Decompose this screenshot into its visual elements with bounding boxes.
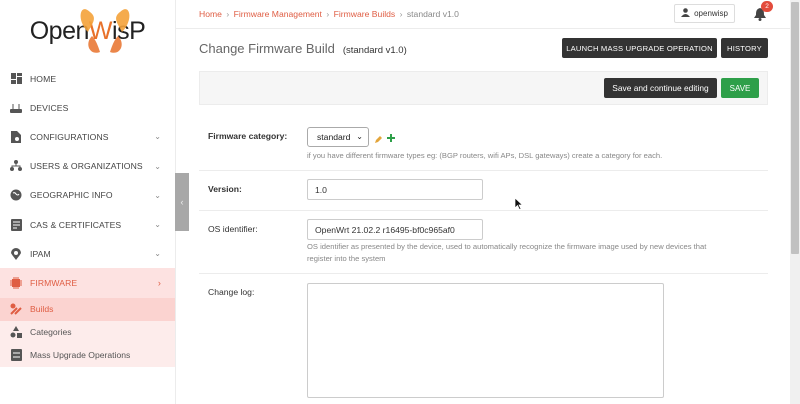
- page-title: Change Firmware Build (standard v1.0): [199, 41, 407, 56]
- os-identifier-label: OS identifier:: [208, 224, 258, 234]
- firmware-subnav: Builds Categories Mass Upgrade Operation…: [0, 297, 175, 367]
- sidebar-nav: HOME DEVICES CONFIGURATIONS ⌄ USERS & OR…: [0, 64, 175, 298]
- sidebar-item-home[interactable]: HOME: [0, 64, 175, 93]
- version-input[interactable]: 1.0: [307, 179, 483, 200]
- divider: [199, 273, 768, 274]
- sidebar-item-label: CAS & CERTIFICATES: [30, 219, 122, 230]
- breadcrumb-separator: ›: [226, 9, 230, 19]
- chevron-right-icon: ›: [157, 277, 161, 288]
- sidebar-item-label: FIRMWARE: [30, 277, 78, 288]
- os-identifier-help-line-2: register into the system: [307, 254, 386, 263]
- shapes-icon: [10, 326, 22, 338]
- user-menu-button[interactable]: openwisp: [674, 4, 735, 23]
- chevron-down-icon: ⌄: [154, 132, 161, 142]
- certificate-icon: [10, 218, 22, 231]
- scrollbar-thumb[interactable]: [791, 2, 799, 254]
- sidebar-item-firmware[interactable]: FIRMWARE ›: [0, 268, 175, 298]
- edit-pencil-icon[interactable]: [374, 131, 383, 149]
- sidebar-subitem-mass-upgrade[interactable]: Mass Upgrade Operations: [0, 344, 175, 367]
- sidebar-item-ipam[interactable]: IPAM ⌄: [0, 239, 175, 268]
- breadcrumb: Home › Firmware Management › Firmware Bu…: [199, 9, 459, 19]
- sidebar-item-label: IPAM: [30, 248, 51, 259]
- user-icon: [681, 8, 691, 19]
- sidebar-item-label: USERS & ORGANIZATIONS: [30, 161, 143, 172]
- logo-wing-icon: [80, 9, 130, 53]
- sidebar-subitem-builds[interactable]: Builds: [0, 297, 175, 321]
- page-subtitle: (standard v1.0): [342, 45, 407, 56]
- chip-icon: [10, 276, 22, 289]
- sidebar-subitem-label: Categories: [30, 327, 72, 337]
- chevron-down-icon: ⌄: [154, 161, 161, 171]
- add-plus-icon[interactable]: [386, 130, 396, 148]
- chevron-down-icon: ⌄: [154, 190, 161, 200]
- breadcrumb-separator: ›: [399, 9, 403, 19]
- sidebar-item-geographic-info[interactable]: GEOGRAPHIC INFO ⌄: [0, 181, 175, 210]
- breadcrumb-firmware-builds[interactable]: Firmware Builds: [334, 9, 396, 19]
- sidebar-subitem-categories[interactable]: Categories: [0, 321, 175, 344]
- org-icon: [10, 160, 22, 172]
- sidebar: OpenWisP HOME DEVICES CONFIGURATIONS ⌄ U…: [0, 0, 176, 404]
- launch-mass-upgrade-button[interactable]: LAUNCH MASS UPGRADE OPERATION: [562, 38, 717, 58]
- divider: [199, 170, 768, 171]
- sidebar-item-devices[interactable]: DEVICES: [0, 93, 175, 122]
- changelog-label: Change log:: [208, 287, 255, 297]
- save-and-continue-button[interactable]: Save and continue editing: [604, 78, 717, 98]
- sidebar-subitem-label: Mass Upgrade Operations: [30, 350, 131, 360]
- sidebar-item-cas-certificates[interactable]: CAS & CERTIFICATES ⌄: [0, 210, 175, 239]
- file-gear-icon: [10, 130, 22, 143]
- map-pin-icon: [10, 247, 22, 260]
- category-help-text: if you have different firmware types eg:…: [307, 151, 663, 160]
- breadcrumb-separator: ›: [326, 9, 330, 19]
- chevron-down-icon: ⌄: [356, 132, 363, 141]
- os-identifier-help-line-1: OS identifier as presented by the device…: [307, 242, 707, 251]
- history-button[interactable]: HISTORY: [721, 38, 768, 58]
- category-label: Firmware category:: [208, 131, 288, 141]
- sidebar-item-configurations[interactable]: CONFIGURATIONS ⌄: [0, 122, 175, 151]
- breadcrumb-home[interactable]: Home: [199, 9, 222, 19]
- category-select[interactable]: standard ⌄: [307, 127, 369, 147]
- sidebar-item-label: GEOGRAPHIC INFO: [30, 190, 113, 201]
- page-scrollbar[interactable]: [790, 0, 800, 404]
- sidebar-item-label: CONFIGURATIONS: [30, 131, 109, 142]
- tools-icon: [10, 303, 22, 315]
- username: openwisp: [694, 9, 728, 18]
- chevron-down-icon: ⌄: [154, 249, 161, 259]
- breadcrumb-firmware-management[interactable]: Firmware Management: [234, 9, 322, 19]
- router-icon: [10, 102, 22, 114]
- os-identifier-input[interactable]: OpenWrt 21.02.2 r16495-bf0c965af0: [307, 219, 483, 240]
- notification-count-badge: 2: [761, 1, 773, 12]
- category-select-value: standard: [317, 132, 351, 142]
- globe-icon: [10, 189, 22, 201]
- sidebar-subitem-label: Builds: [30, 304, 54, 314]
- openwisp-logo[interactable]: OpenWisP: [0, 0, 175, 62]
- mouse-cursor-icon: [514, 197, 524, 215]
- changelog-textarea[interactable]: [307, 283, 664, 398]
- chevron-down-icon: ⌄: [154, 220, 161, 230]
- version-label: Version:: [208, 184, 242, 194]
- breadcrumb-current: standard v1.0: [406, 9, 459, 19]
- sidebar-item-users-organizations[interactable]: USERS & ORGANIZATIONS ⌄: [0, 152, 175, 181]
- dashboard-icon: [10, 73, 22, 85]
- sidebar-item-label: DEVICES: [30, 102, 69, 113]
- save-button[interactable]: SAVE: [721, 78, 759, 98]
- db-icon: [10, 349, 22, 361]
- divider: [199, 210, 768, 211]
- sidebar-item-label: HOME: [30, 73, 57, 84]
- page-title-text: Change Firmware Build: [199, 41, 335, 56]
- top-bar: Home › Firmware Management › Firmware Bu…: [176, 0, 790, 29]
- sidebar-collapse-handle[interactable]: ‹: [175, 173, 189, 231]
